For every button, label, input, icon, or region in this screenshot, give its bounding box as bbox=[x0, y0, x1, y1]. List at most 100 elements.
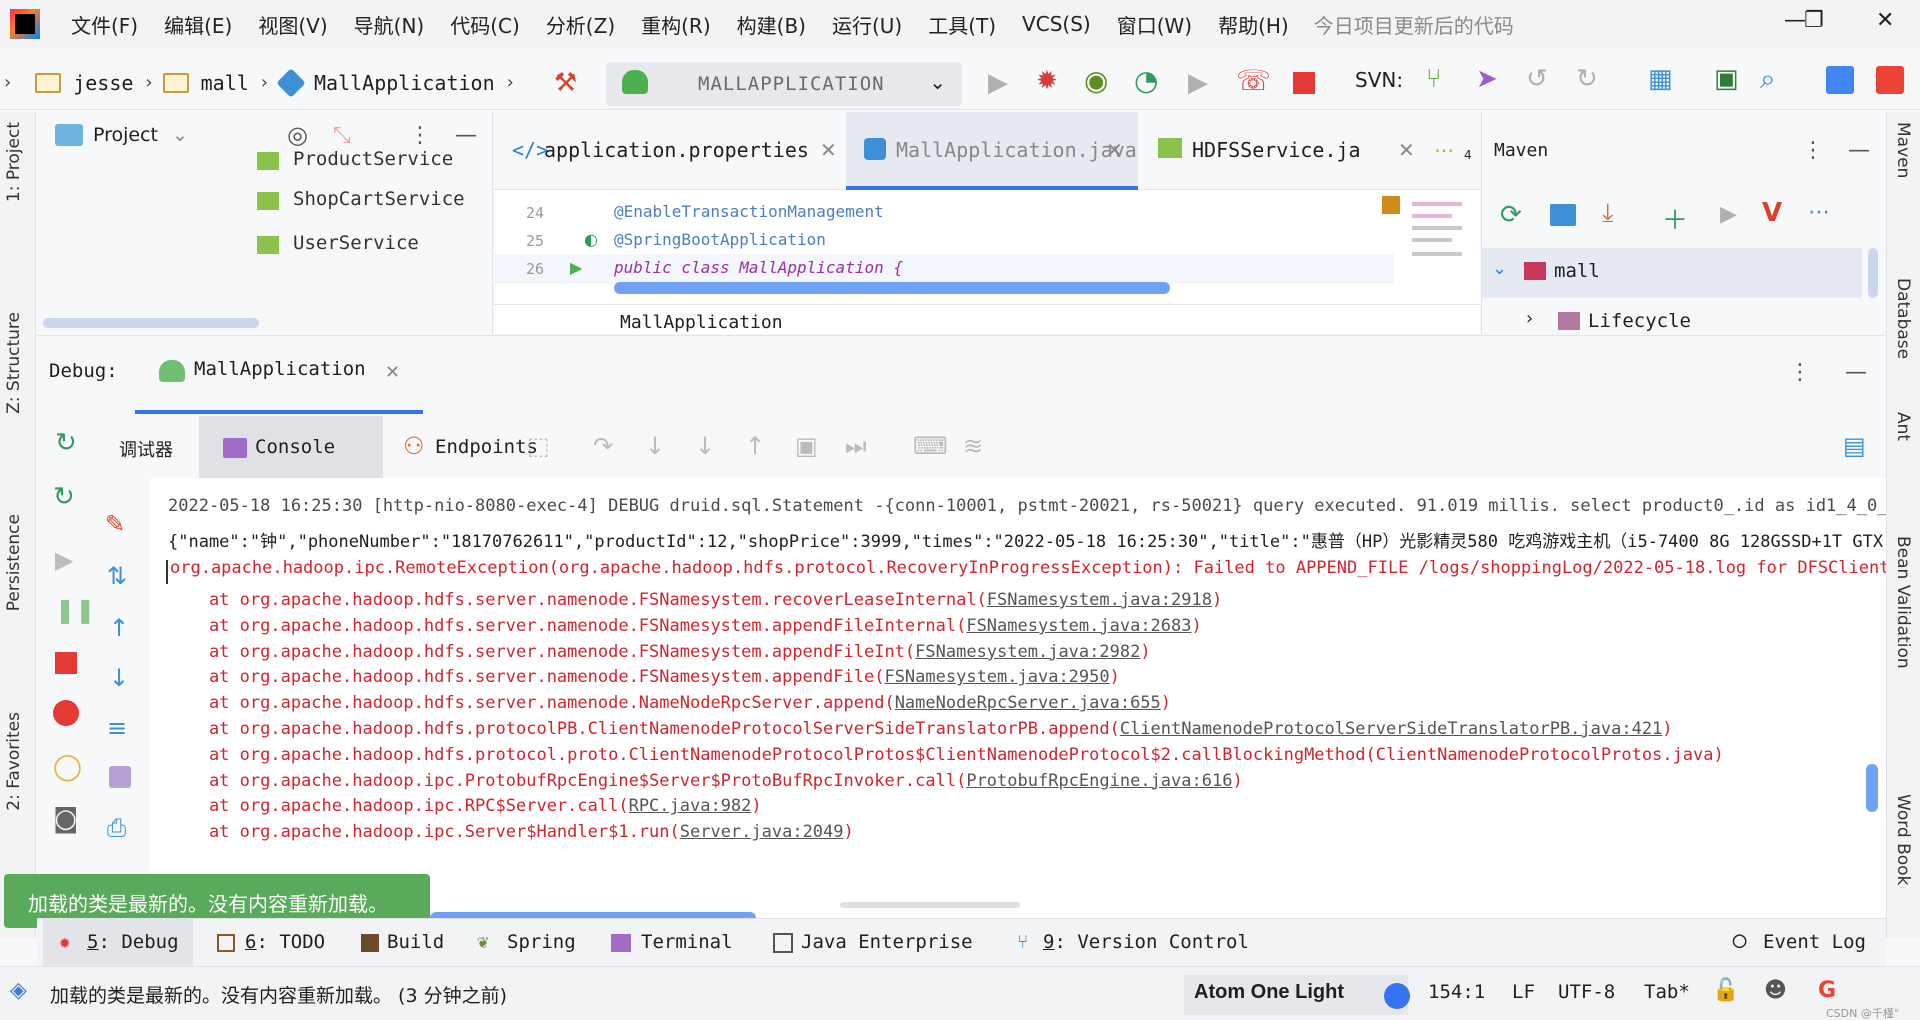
horizontal-scrollbar[interactable] bbox=[43, 318, 259, 328]
toolwin-version-control[interactable]: 9: Version Control bbox=[1043, 931, 1249, 953]
tab-debugger[interactable]: 调试器 bbox=[119, 436, 173, 462]
stripe-tab-favorites[interactable]: 2: Favorites bbox=[4, 712, 24, 811]
menu-tools[interactable]: 工具(T) bbox=[915, 10, 1009, 39]
view-breakpoints-icon[interactable] bbox=[53, 700, 79, 726]
menu-analyze[interactable]: 分析(Z) bbox=[533, 10, 628, 39]
run-config-select[interactable]: MALLAPPLICATION ⌄ bbox=[606, 62, 962, 106]
terminal-icon[interactable]: ▣ bbox=[1714, 64, 1739, 94]
reload-icon[interactable]: ⟳ bbox=[1500, 200, 1522, 230]
target-icon[interactable]: ◎ bbox=[287, 121, 308, 149]
bean-gutter-icon[interactable]: ◐ bbox=[584, 230, 598, 249]
tab-endpoints[interactable]: Endpoints bbox=[435, 436, 538, 458]
maven-scrollbar[interactable] bbox=[1868, 248, 1878, 298]
minimap[interactable] bbox=[1382, 192, 1468, 302]
maven-lifecycle[interactable]: Lifecycle bbox=[1588, 310, 1691, 332]
scroll-to-end-icon[interactable] bbox=[109, 766, 131, 788]
more-icon[interactable]: ⋮ bbox=[409, 123, 431, 148]
stripe-tab-database[interactable]: Database bbox=[1893, 278, 1913, 359]
down-icon[interactable]: ↓ bbox=[109, 664, 129, 692]
resume-icon[interactable]: ▶ bbox=[55, 546, 73, 574]
debug-session-tab[interactable]: MallApplication bbox=[194, 358, 366, 380]
restore-icon[interactable]: ❐ bbox=[1804, 8, 1824, 33]
project-title-label[interactable]: Project bbox=[93, 124, 158, 146]
add-project-icon[interactable] bbox=[1550, 204, 1576, 226]
editor-horizontal-scrollbar[interactable] bbox=[614, 282, 1170, 294]
svn-commit-icon[interactable]: ➤ bbox=[1476, 64, 1498, 94]
clear-all-icon[interactable]: ✎ bbox=[105, 510, 125, 538]
menu-code[interactable]: 代码(C) bbox=[437, 10, 533, 39]
download-icon[interactable]: ⤓ bbox=[1602, 198, 1614, 229]
drop-frame-icon[interactable]: ▣ bbox=[795, 432, 818, 460]
run-icon[interactable]: ▶ bbox=[1720, 202, 1737, 227]
translate-alt-icon[interactable] bbox=[1876, 66, 1904, 94]
close-icon[interactable]: ✕ bbox=[1876, 8, 1894, 33]
run-to-cursor-icon[interactable]: ⏭ bbox=[845, 432, 867, 460]
console-vertical-scrollbar[interactable] bbox=[1866, 764, 1878, 812]
layout-icon[interactable]: ▦ bbox=[1648, 64, 1673, 94]
close-tab-icon[interactable]: ✕ bbox=[385, 362, 400, 383]
toolwin-spring[interactable]: Spring bbox=[507, 931, 576, 953]
layout-icon[interactable]: ▤ bbox=[1843, 432, 1866, 460]
maven-root-mall[interactable]: mall bbox=[1554, 260, 1600, 282]
step-into-icon[interactable]: ↓ bbox=[645, 432, 665, 460]
stripe-tab-persistence[interactable]: Persistence bbox=[4, 514, 24, 611]
toolwin-build[interactable]: Build bbox=[387, 931, 444, 953]
chevron-down-icon[interactable]: ⌄ bbox=[1492, 258, 1507, 279]
tab-application-properties[interactable]: application.properties bbox=[544, 138, 809, 162]
tab-hdfsservice[interactable]: HDFSService.ja bbox=[1192, 138, 1361, 162]
tree-item-productservice[interactable]: ProductService bbox=[293, 148, 453, 170]
editor-breadcrumb[interactable]: MallApplication bbox=[620, 312, 783, 333]
menu-edit[interactable]: 编辑(E) bbox=[151, 10, 245, 39]
console-horizontal-scrollbar[interactable] bbox=[840, 902, 1020, 908]
stripe-tab-structure[interactable]: Z: Structure bbox=[4, 312, 24, 414]
more-horizontal-icon[interactable]: ⋯ bbox=[1808, 200, 1830, 225]
hide-icon[interactable]: — bbox=[1848, 138, 1870, 163]
console-output[interactable]: 2022-05-18 16:25:30 [http-nio-8080-exec-… bbox=[150, 478, 1886, 918]
profile-icon[interactable]: ◔ bbox=[1134, 64, 1158, 97]
breadcrumb-mall[interactable]: mall bbox=[201, 71, 249, 95]
source-link[interactable]: FSNamesystem.java:2918 bbox=[987, 590, 1212, 610]
attach-icon[interactable]: ☏ bbox=[1236, 64, 1271, 97]
menu-file[interactable]: 文件(F) bbox=[58, 10, 151, 39]
soft-wrap-icon[interactable]: ≡ bbox=[107, 714, 127, 742]
step-out-icon[interactable]: ↑ bbox=[745, 432, 765, 460]
camera-icon[interactable]: ◙ bbox=[53, 804, 78, 834]
collapse-icon[interactable]: ⤡ bbox=[333, 123, 351, 148]
caret-position[interactable]: 154:1 bbox=[1428, 981, 1485, 1003]
tree-item-userservice[interactable]: UserService bbox=[293, 232, 419, 254]
menu-run[interactable]: 运行(U) bbox=[819, 10, 915, 39]
toolwin-terminal[interactable]: Terminal bbox=[641, 931, 733, 953]
restart-icon[interactable]: ↻ bbox=[53, 482, 75, 512]
indent-setting[interactable]: Tab* bbox=[1644, 981, 1690, 1003]
source-link[interactable]: NameNodeRpcServer.java:655 bbox=[895, 693, 1161, 713]
menu-window[interactable]: 窗口(W) bbox=[1104, 10, 1205, 39]
lock-icon[interactable]: 🔓 bbox=[1712, 978, 1739, 1003]
menu-vcs[interactable]: VCS(S) bbox=[1009, 12, 1104, 36]
hide-icon[interactable]: — bbox=[455, 123, 477, 148]
menu-refactor[interactable]: 重构(R) bbox=[628, 10, 724, 39]
layers-icon[interactable]: ◈ bbox=[10, 978, 27, 1003]
source-link[interactable]: RPC.java:982 bbox=[629, 796, 752, 816]
stripe-tab-bean-validation[interactable]: Bean Validation bbox=[1893, 536, 1913, 669]
source-link[interactable]: FSNamesystem.java:2982 bbox=[915, 642, 1140, 662]
source-link[interactable]: ClientNamenodeProtocolServerSideTranslat… bbox=[1120, 719, 1662, 739]
evaluate-icon[interactable]: ⌨ bbox=[913, 432, 948, 460]
status-message[interactable]: 加载的类是最新的。没有内容重新加载。 (3 分钟之前) bbox=[50, 981, 507, 1008]
minimize-icon[interactable]: — bbox=[1784, 8, 1806, 33]
stop-icon[interactable] bbox=[55, 652, 77, 674]
close-tab-icon[interactable]: ✕ bbox=[1398, 138, 1415, 162]
search-icon[interactable]: ⌕ bbox=[1760, 62, 1776, 96]
rerun-icon[interactable]: ↻ bbox=[55, 428, 77, 458]
run-next-icon[interactable]: ▶ bbox=[1188, 68, 1208, 98]
stripe-tab-project[interactable]: 1: Project bbox=[4, 122, 24, 202]
menu-view[interactable]: 视图(V) bbox=[245, 10, 340, 39]
menu-navigate[interactable]: 导航(N) bbox=[341, 10, 438, 39]
menu-help[interactable]: 帮助(H) bbox=[1205, 10, 1302, 39]
debug-icon[interactable]: ✹ bbox=[1036, 66, 1058, 96]
chevron-down-icon[interactable]: ⌄ bbox=[172, 124, 188, 146]
chevron-right-icon[interactable]: › bbox=[1526, 308, 1533, 329]
pause-icon[interactable]: ❚❚ bbox=[55, 596, 95, 624]
trace-icon[interactable]: ≋ bbox=[963, 432, 983, 460]
source-link[interactable]: ProtobufRpcEngine.java:616 bbox=[966, 771, 1232, 791]
source-link[interactable]: FSNamesystem.java:2683 bbox=[966, 616, 1191, 636]
